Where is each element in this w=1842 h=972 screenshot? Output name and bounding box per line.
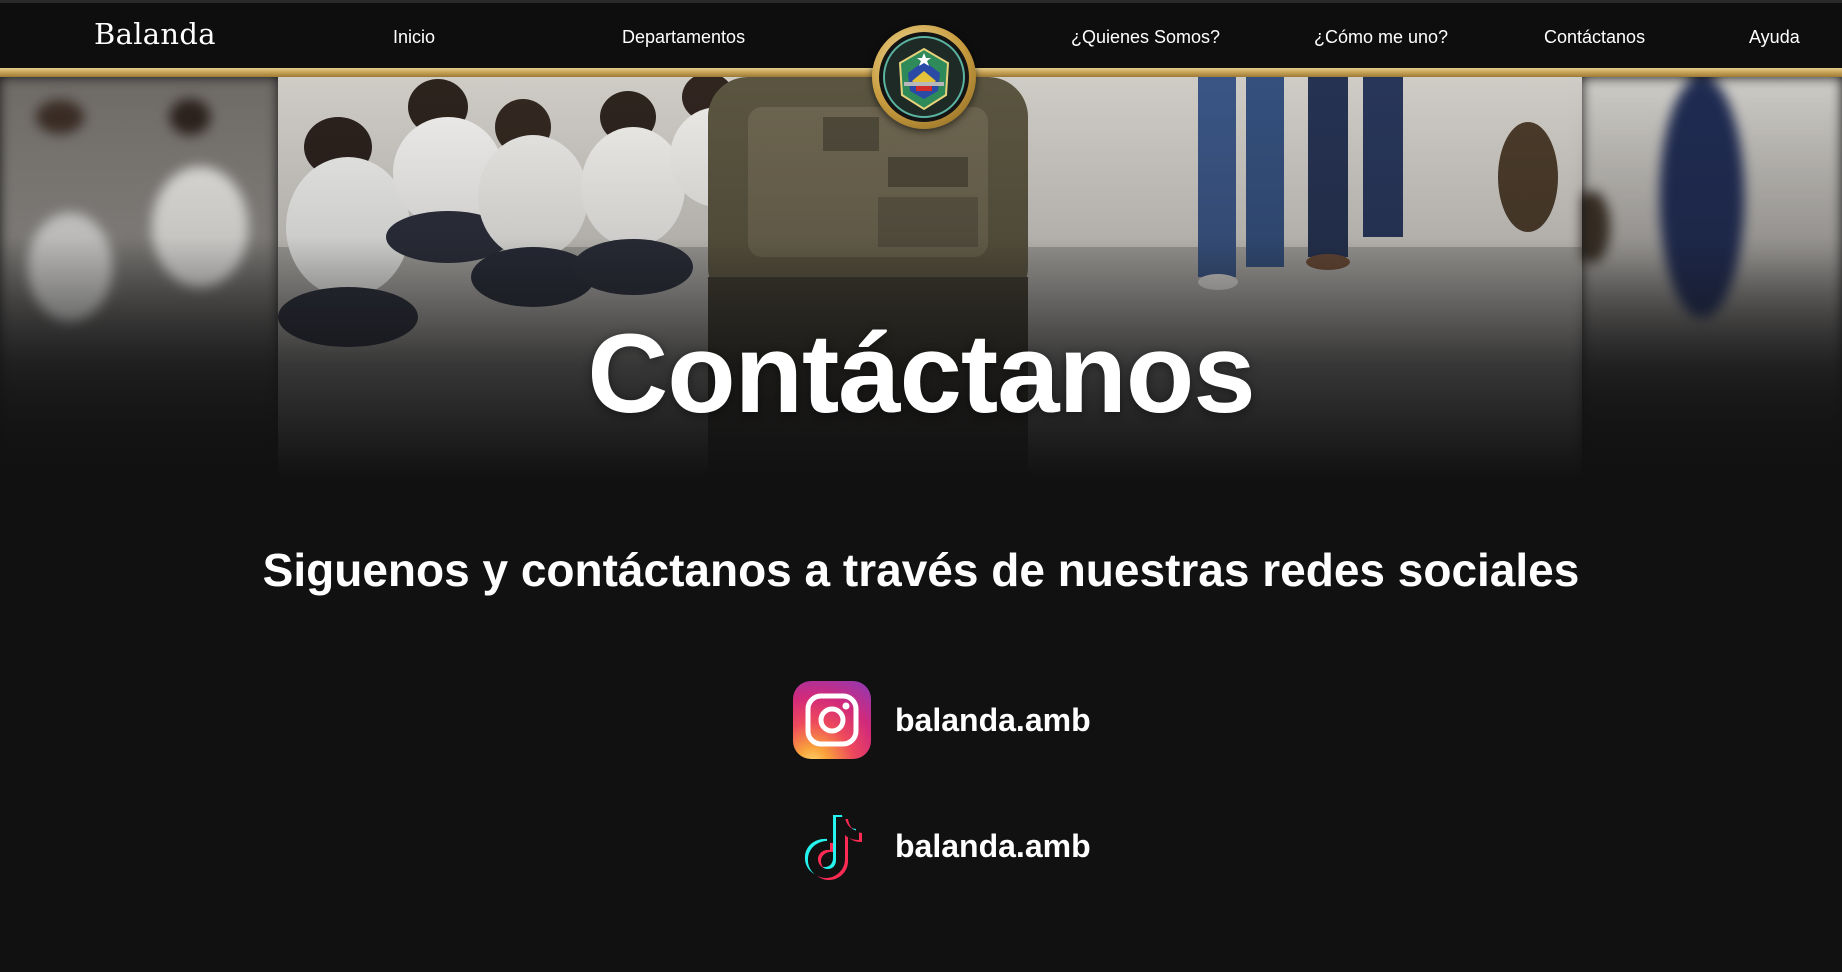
brand-logo-text[interactable]: Balanda	[94, 17, 216, 51]
tiktok-handle[interactable]: balanda.amb	[895, 828, 1091, 865]
emblem-badge-icon[interactable]	[872, 25, 976, 129]
social-section-heading: Siguenos y contáctanos a través de nuest…	[262, 544, 1580, 596]
instagram-handle[interactable]: balanda.amb	[895, 702, 1091, 739]
nav-link-quienes-somos[interactable]: ¿Quienes Somos?	[1071, 27, 1220, 48]
nav-link-ayuda[interactable]: Ayuda	[1749, 27, 1800, 48]
page-title: Contáctanos	[587, 311, 1255, 436]
tiktok-icon[interactable]	[793, 807, 871, 885]
nav-link-departamentos[interactable]: Departamentos	[622, 27, 745, 48]
nav-link-contactanos[interactable]: Contáctanos	[1544, 27, 1645, 48]
instagram-icon[interactable]	[793, 681, 871, 759]
tiktok-link[interactable]: balanda.amb	[793, 807, 1091, 885]
nav-link-inicio[interactable]: Inicio	[393, 27, 435, 48]
page: Contáctanos Balanda Inicio Departamentos…	[0, 0, 1842, 972]
nav-link-como-me-uno[interactable]: ¿Cómo me uno?	[1314, 27, 1448, 48]
instagram-link[interactable]: balanda.amb	[793, 681, 1091, 759]
